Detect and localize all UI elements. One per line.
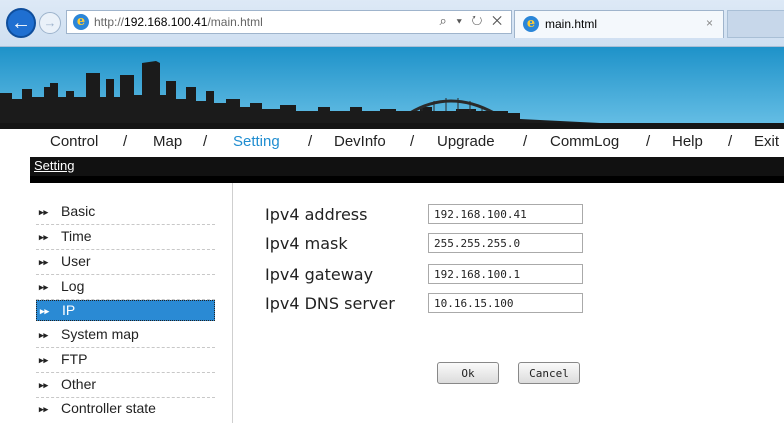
ipv4-dns-input[interactable] bbox=[428, 293, 583, 313]
ie-tab-icon: e bbox=[523, 16, 539, 32]
cancel-button[interactable]: Cancel bbox=[518, 362, 580, 384]
sidebar-item-basic[interactable]: ▸▸ Basic bbox=[36, 201, 215, 225]
browser-toolbar: ← → e http://192.168.100.41/main.html ⌕ … bbox=[0, 0, 784, 47]
bullet-icon: ▸▸ bbox=[39, 355, 49, 365]
nav-devinfo[interactable]: DevInfo bbox=[334, 133, 386, 150]
nav-help[interactable]: Help bbox=[672, 133, 703, 150]
sidebar-item-other[interactable]: ▸▸ Other bbox=[36, 374, 215, 398]
browser-tab[interactable]: e main.html × bbox=[514, 10, 724, 38]
bullet-icon: ▸▸ bbox=[40, 306, 50, 316]
sidebar-item-label: Time bbox=[61, 228, 92, 244]
arrow-right-icon: → bbox=[43, 15, 57, 30]
sidebar-item-system-map[interactable]: ▸▸ System map bbox=[36, 324, 215, 348]
nav-separator: / bbox=[410, 133, 415, 150]
top-navigation: Control / Map / Setting / DevInfo / Upgr… bbox=[0, 129, 784, 156]
bullet-icon: ▸▸ bbox=[39, 207, 49, 217]
ie-page-icon: e bbox=[73, 14, 89, 30]
header-banner bbox=[0, 47, 784, 129]
sidebar-item-label: Other bbox=[61, 376, 97, 392]
section-title: Setting bbox=[34, 158, 75, 173]
ipv4-address-input[interactable] bbox=[428, 204, 583, 224]
nav-separator: / bbox=[523, 133, 528, 150]
sidebar-item-label: Basic bbox=[61, 203, 96, 219]
nav-separator: / bbox=[646, 133, 651, 150]
back-button[interactable]: ← bbox=[6, 8, 36, 38]
bullet-icon: ▸▸ bbox=[39, 330, 49, 340]
forward-button[interactable]: → bbox=[39, 12, 61, 34]
sidebar-item-ip[interactable]: ▸▸ IP bbox=[36, 300, 215, 321]
nav-exit[interactable]: Exit bbox=[754, 133, 779, 150]
bullet-icon: ▸▸ bbox=[39, 257, 49, 267]
nav-setting[interactable]: Setting bbox=[233, 133, 280, 150]
sidebar-item-label: IP bbox=[62, 302, 76, 318]
bullet-icon: ▸▸ bbox=[39, 380, 49, 390]
nav-upgrade[interactable]: Upgrade bbox=[437, 133, 495, 150]
sidebar-item-label: User bbox=[61, 253, 91, 269]
ipv4-mask-input[interactable] bbox=[428, 233, 583, 253]
left-margin bbox=[0, 183, 30, 423]
sidebar-item-time[interactable]: ▸▸ Time bbox=[36, 226, 215, 250]
sidebar-item-ftp[interactable]: ▸▸ FTP bbox=[36, 349, 215, 373]
ipv4-address-label: Ipv4 address bbox=[265, 205, 368, 224]
nav-map[interactable]: Map bbox=[153, 133, 182, 150]
address-tools-icons[interactable]: ⌕ ▾ ↻ ✕ bbox=[440, 13, 505, 29]
sidebar-item-label: System map bbox=[61, 326, 139, 342]
skyline-image bbox=[0, 47, 784, 129]
bullet-icon: ▸▸ bbox=[39, 282, 49, 292]
ipv4-mask-label: Ipv4 mask bbox=[265, 234, 348, 253]
nav-separator: / bbox=[308, 133, 313, 150]
ipv4-dns-label: Ipv4 DNS server bbox=[265, 294, 395, 313]
bullet-icon: ▸▸ bbox=[39, 232, 49, 242]
address-bar[interactable]: e http://192.168.100.41/main.html ⌕ ▾ ↻ … bbox=[66, 10, 512, 34]
nav-separator: / bbox=[123, 133, 128, 150]
ipv4-gateway-label: Ipv4 gateway bbox=[265, 265, 374, 284]
nav-commlog[interactable]: CommLog bbox=[550, 133, 619, 150]
tab-title: main.html bbox=[545, 17, 598, 31]
bullet-icon: ▸▸ bbox=[39, 404, 49, 414]
sidebar-item-user[interactable]: ▸▸ User bbox=[36, 251, 215, 275]
ip-settings-form: Ipv4 address Ipv4 mask Ipv4 gateway Ipv4… bbox=[233, 183, 784, 423]
ok-button[interactable]: Ok bbox=[437, 362, 499, 384]
nav-control[interactable]: Control bbox=[50, 133, 98, 150]
address-url[interactable]: http://192.168.100.41/main.html bbox=[94, 15, 263, 29]
sidebar-item-log[interactable]: ▸▸ Log bbox=[36, 276, 215, 300]
section-divider bbox=[30, 176, 784, 183]
nav-separator: / bbox=[728, 133, 733, 150]
sidebar-item-controller-state[interactable]: ▸▸ Controller state bbox=[36, 398, 215, 422]
arrow-left-icon: ← bbox=[11, 12, 31, 34]
section-title-bar: Setting bbox=[30, 157, 784, 176]
close-tab-icon[interactable]: × bbox=[706, 16, 713, 30]
ipv4-gateway-input[interactable] bbox=[428, 264, 583, 284]
sidebar-item-label: FTP bbox=[61, 351, 88, 367]
settings-sidebar: ▸▸ Basic ▸▸ Time ▸▸ User ▸▸ Log ▸▸ IP ▸▸… bbox=[30, 183, 233, 423]
sidebar-item-label: Controller state bbox=[61, 400, 156, 416]
sidebar-item-label: Log bbox=[61, 278, 85, 294]
new-tab-button[interactable] bbox=[727, 10, 784, 38]
nav-separator: / bbox=[203, 133, 208, 150]
